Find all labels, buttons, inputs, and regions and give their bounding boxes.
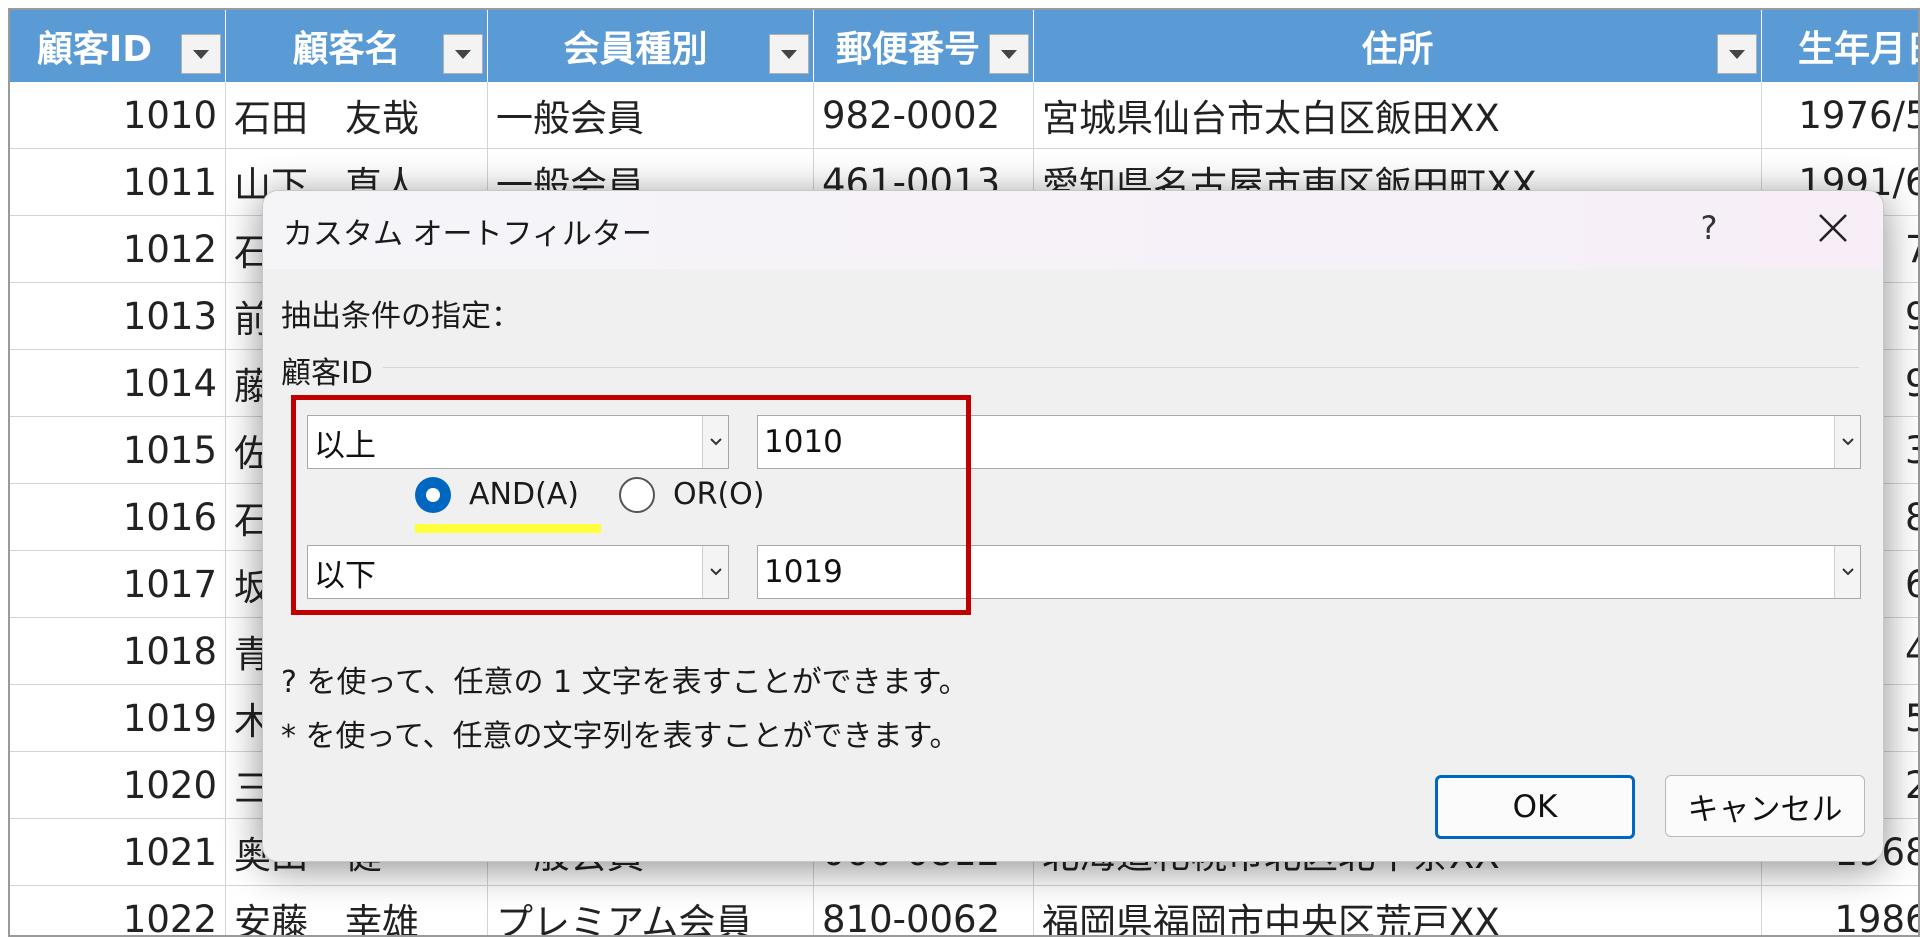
group-divider: [383, 367, 1859, 368]
table-cell[interactable]: 1010: [10, 82, 226, 148]
filter-dropdown-icon[interactable]: [769, 34, 809, 74]
table-cell[interactable]: 宮城県仙台市太白区飯田XX: [1034, 82, 1762, 148]
table-cell[interactable]: 1014: [10, 350, 226, 416]
table-cell[interactable]: 1976/5/: [1762, 82, 1918, 148]
table-cell[interactable]: 1017: [10, 551, 226, 617]
column-header-birthdate[interactable]: 生年月日: [1762, 10, 1918, 82]
table-cell[interactable]: 福岡県福岡市中央区荒戸XX: [1034, 886, 1762, 935]
table-cell[interactable]: 安藤 幸雄: [226, 886, 488, 935]
header-label: 生年月日: [1798, 29, 1918, 70]
close-button[interactable]: [1803, 201, 1863, 255]
table-cell[interactable]: 石田 友哉: [226, 82, 488, 148]
header-label: 顧客ID: [36, 29, 153, 70]
help-button[interactable]: ?: [1679, 203, 1739, 253]
wildcard-hint-question: ? を使って、任意の 1 文字を表すことができます。: [281, 665, 969, 700]
column-header-customer-id[interactable]: 顧客ID: [10, 10, 226, 82]
column-header-customer-name[interactable]: 顧客名: [226, 10, 488, 82]
table-cell[interactable]: プレミアム会員: [488, 886, 814, 935]
filter-dropdown-icon[interactable]: [1717, 34, 1757, 74]
column-header-member-type[interactable]: 会員種別: [488, 10, 814, 82]
cancel-button[interactable]: キャンセル: [1665, 775, 1865, 837]
table-cell[interactable]: 982-0002: [814, 82, 1034, 148]
column-header-address[interactable]: 住所: [1034, 10, 1762, 82]
table-cell[interactable]: 1020: [10, 752, 226, 818]
filter-dropdown-icon[interactable]: [989, 34, 1029, 74]
annotation-highlight-box: [291, 395, 971, 615]
table-row[interactable]: 1022 安藤 幸雄 プレミアム会員 810-0062 福岡県福岡市中央区荒戸XX 198…: [10, 886, 1918, 936]
table-cell[interactable]: 1011: [10, 149, 226, 215]
header-label: 顧客名: [292, 29, 401, 70]
table-cell[interactable]: 1013: [10, 283, 226, 349]
header-label: 住所: [1361, 29, 1434, 70]
dialog-title-bar[interactable]: カスタム オートフィルター ?: [263, 191, 1883, 269]
chevron-down-icon: [1841, 438, 1854, 446]
table-cell[interactable]: 1018: [10, 618, 226, 684]
dialog-title: カスタム オートフィルター: [283, 217, 652, 252]
table-cell[interactable]: 1012: [10, 216, 226, 282]
instruction-label: 抽出条件の指定：: [281, 299, 521, 334]
table-cell[interactable]: 一般会員: [488, 82, 814, 148]
header-label: 会員種別: [563, 29, 708, 70]
filter-dropdown-icon[interactable]: [181, 34, 221, 74]
chevron-down-icon: [1841, 568, 1854, 576]
table-cell[interactable]: 1021: [10, 819, 226, 885]
table-row[interactable]: 1010石田 友哉一般会員982-0002宮城県仙台市太白区飯田XX1976/5…: [10, 82, 1918, 149]
custom-autofilter-dialog: カスタム オートフィルター ? 抽出条件の指定： 顧客ID 以上 1010 AN…: [262, 190, 1884, 862]
table-cell[interactable]: 1015: [10, 417, 226, 483]
filter-dropdown-icon[interactable]: [443, 34, 483, 74]
table-cell[interactable]: 1986/: [1762, 886, 1918, 936]
wildcard-hint-asterisk: * を使って、任意の文字列を表すことができます。: [281, 719, 960, 754]
table-cell[interactable]: 1016: [10, 484, 226, 550]
table-cell[interactable]: 1022: [10, 886, 226, 935]
table-cell[interactable]: 1019: [10, 685, 226, 751]
field-name-label: 顧客ID: [281, 356, 373, 391]
column-header-postal-code[interactable]: 郵便番号: [814, 10, 1034, 82]
header-label: 郵便番号: [836, 29, 981, 70]
ok-button[interactable]: OK: [1435, 775, 1635, 839]
close-icon: [1819, 214, 1847, 242]
table-cell[interactable]: 810-0062: [814, 886, 1034, 935]
